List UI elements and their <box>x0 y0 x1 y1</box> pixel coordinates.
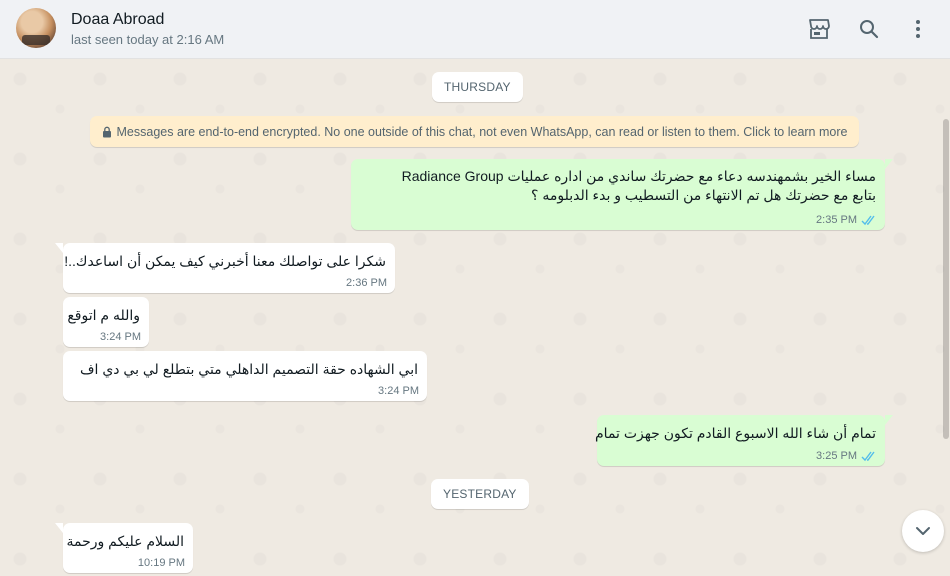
message-incoming[interactable]: السلام عليكم ورحمة 10:19 PM <box>55 523 193 573</box>
message-time: 3:24 PM <box>100 331 141 343</box>
read-ticks-icon <box>861 215 875 225</box>
contact-avatar[interactable] <box>16 8 56 48</box>
bubble-tail <box>55 243 63 253</box>
message-text-line: مساء الخير بشمهندسه دعاء مع حضرتك ساندي … <box>401 168 876 184</box>
message-time: 2:36 PM <box>346 277 387 289</box>
message-text: ابي الشهاده حقة التصميم الداهلي متي بتطل… <box>80 361 418 377</box>
lock-icon <box>102 126 111 137</box>
date-divider-thursday: THURSDAY <box>432 72 523 102</box>
scroll-to-bottom-button[interactable] <box>902 510 944 552</box>
search-icon[interactable] <box>856 16 882 42</box>
bubble-tail <box>55 523 63 533</box>
message-incoming[interactable]: والله م اتوقع 3:24 PM <box>63 297 149 347</box>
menu-icon[interactable] <box>905 16 931 42</box>
contact-status: last seen today at 2:16 AM <box>71 32 225 47</box>
message-outgoing[interactable]: تمام أن شاء الله الاسبوع القادم تكون جهز… <box>595 415 893 466</box>
bubble-tail <box>885 159 893 169</box>
message-time: 3:24 PM <box>378 385 419 397</box>
catalog-icon[interactable] <box>806 16 832 42</box>
date-divider-yesterday: YESTERDAY <box>431 479 529 509</box>
message-time: 3:25 PM <box>816 450 857 462</box>
encryption-text: Messages are end-to-end encrypted. No on… <box>116 124 848 139</box>
message-list[interactable]: THURSDAY Messages are end-to-end encrypt… <box>0 59 950 576</box>
message-text: تمام أن شاء الله الاسبوع القادم تكون جهز… <box>595 425 876 441</box>
message-text: السلام عليكم ورحمة <box>66 533 184 549</box>
message-text: والله م اتوقع <box>67 307 140 323</box>
message-time: 2:35 PM <box>816 214 857 226</box>
chevron-down-icon <box>916 527 930 535</box>
encryption-notice[interactable]: Messages are end-to-end encrypted. No on… <box>90 116 859 147</box>
contact-name[interactable]: Doaa Abroad <box>71 11 164 29</box>
chat-header[interactable]: Doaa Abroad last seen today at 2:16 AM <box>0 0 950 59</box>
scrollbar[interactable] <box>943 119 949 439</box>
message-text-line: بتابع مع حضرتك هل تم الانتهاء من التسطيب… <box>531 187 876 203</box>
message-outgoing[interactable]: مساء الخير بشمهندسه دعاء مع حضرتك ساندي … <box>351 159 893 230</box>
message-incoming[interactable]: شكرا على تواصلك معنا أخبرني كيف يمكن أن … <box>55 243 395 293</box>
message-incoming[interactable]: ابي الشهاده حقة التصميم الداهلي متي بتطل… <box>63 351 427 401</box>
read-ticks-icon <box>861 451 875 461</box>
message-text: شكرا على تواصلك معنا أخبرني كيف يمكن أن … <box>64 253 386 269</box>
message-time: 10:19 PM <box>137 557 185 569</box>
bubble-tail <box>885 415 893 425</box>
